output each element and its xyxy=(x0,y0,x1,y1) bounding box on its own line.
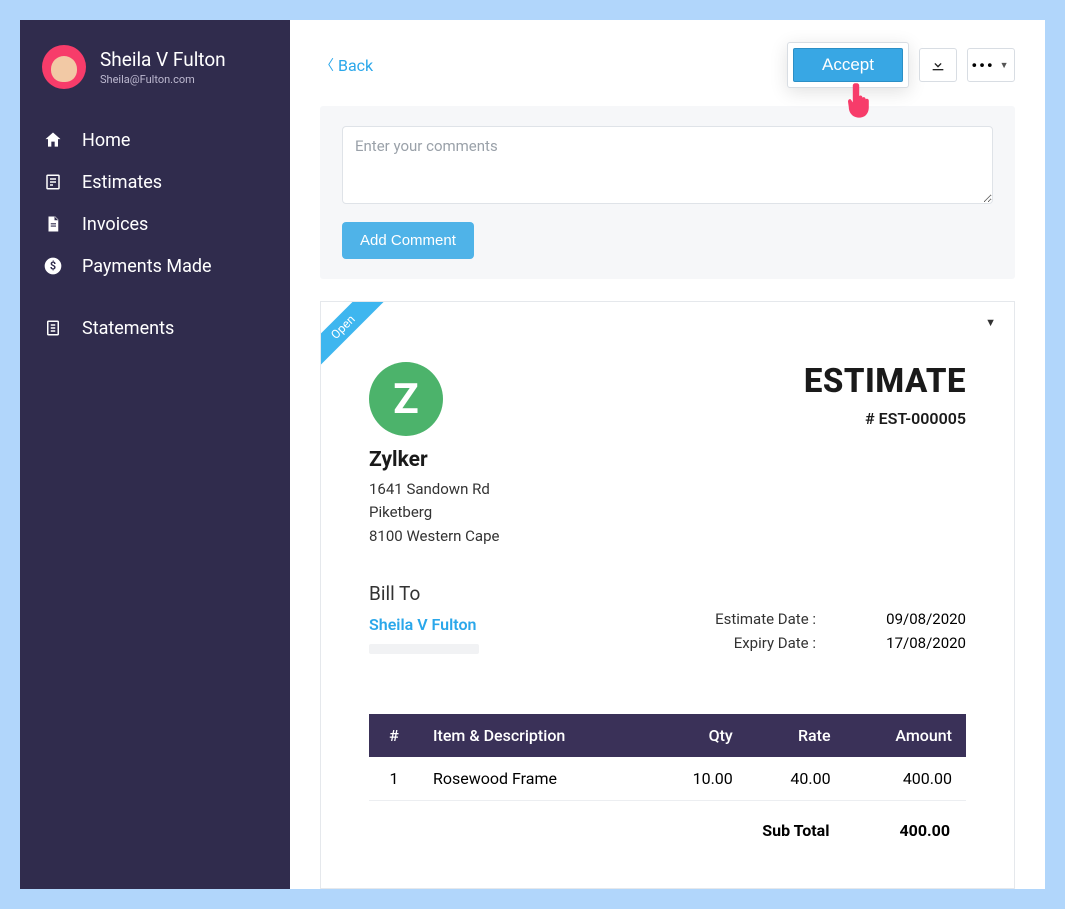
accept-wrap: Accept xyxy=(787,42,909,88)
profile-email: Sheila@Fulton.com xyxy=(100,73,226,86)
org-address: 1641 Sandown Rd Piketberg 8100 Western C… xyxy=(369,478,499,548)
sidebar-item-label: Estimates xyxy=(82,172,162,193)
statements-icon xyxy=(42,317,64,339)
estimate-date-value: 09/08/2020 xyxy=(876,610,966,628)
svg-text:$: $ xyxy=(50,259,56,272)
bill-to-label: Bill To xyxy=(369,582,966,605)
document-menu-toggle[interactable]: ▼ xyxy=(985,316,996,329)
sidebar-item-label: Home xyxy=(82,130,130,151)
download-icon xyxy=(930,57,946,73)
org-block: Z Zylker 1641 Sandown Rd Piketberg 8100 … xyxy=(369,362,499,548)
sidebar: Sheila V Fulton Sheila@Fulton.com Home E… xyxy=(20,20,290,889)
document-number: # EST-000005 xyxy=(804,409,966,428)
sidebar-item-statements[interactable]: Statements xyxy=(20,307,290,349)
document-title: ESTIMATE xyxy=(804,362,966,401)
org-name: Zylker xyxy=(369,448,499,472)
sidebar-item-invoices[interactable]: Invoices xyxy=(20,203,290,245)
comment-panel: Add Comment xyxy=(320,106,1015,279)
document-header: Z Zylker 1641 Sandown Rd Piketberg 8100 … xyxy=(369,362,966,548)
download-button[interactable] xyxy=(919,48,957,82)
subtotal-row: Sub Total 400.00 xyxy=(369,801,966,840)
items-table: # Item & Description Qty Rate Amount 1 R… xyxy=(369,714,966,801)
sidebar-nav: Home Estimates Invoices $ Payments Made xyxy=(20,119,290,349)
sidebar-item-payments[interactable]: $ Payments Made xyxy=(20,245,290,287)
sidebar-item-label: Statements xyxy=(82,318,174,339)
estimate-date-label: Estimate Date : xyxy=(715,610,816,628)
col-amount: Amount xyxy=(845,714,966,757)
col-description: Item & Description xyxy=(419,714,649,757)
comment-input[interactable] xyxy=(342,126,993,204)
add-comment-button[interactable]: Add Comment xyxy=(342,222,474,259)
profile-name: Sheila V Fulton xyxy=(100,48,226,71)
back-label: Back xyxy=(338,56,373,75)
subtotal-value: 400.00 xyxy=(899,821,950,840)
doc-title-block: ESTIMATE # EST-000005 xyxy=(804,362,966,428)
sidebar-item-estimates[interactable]: Estimates xyxy=(20,161,290,203)
expiry-date-value: 17/08/2020 xyxy=(876,634,966,652)
chevron-left-icon: 〈 xyxy=(320,55,334,75)
estimate-document: Open ▼ Z Zylker 1641 Sandown Rd Piketber… xyxy=(320,301,1015,889)
app-frame: Sheila V Fulton Sheila@Fulton.com Home E… xyxy=(20,20,1045,889)
sidebar-item-label: Payments Made xyxy=(82,256,212,277)
sidebar-item-home[interactable]: Home xyxy=(20,119,290,161)
chevron-down-icon: ▼ xyxy=(1000,60,1011,71)
accept-button[interactable]: Accept xyxy=(793,48,903,82)
payments-icon: $ xyxy=(42,255,64,277)
date-block: Estimate Date : 09/08/2020 Expiry Date :… xyxy=(715,610,966,658)
main-content: 〈 Back Accept •••▼ Add C xyxy=(290,20,1045,889)
dots-icon: ••• xyxy=(971,56,994,75)
col-rate: Rate xyxy=(747,714,845,757)
top-actions: Accept ••• ▼ xyxy=(787,42,1015,88)
expiry-date-label: Expiry Date : xyxy=(734,634,816,652)
org-logo: Z xyxy=(369,362,443,436)
col-qty: Qty xyxy=(649,714,747,757)
placeholder-bar xyxy=(369,644,479,654)
estimate-icon xyxy=(42,171,64,193)
profile-block: Sheila V Fulton Sheila@Fulton.com xyxy=(20,45,290,109)
table-row: 1 Rosewood Frame 10.00 40.00 400.00 xyxy=(369,757,966,801)
subtotal-label: Sub Total xyxy=(762,821,829,840)
home-icon xyxy=(42,129,64,151)
avatar xyxy=(42,45,86,89)
back-link[interactable]: 〈 Back xyxy=(320,55,373,75)
topbar: 〈 Back Accept ••• ▼ xyxy=(320,42,1015,88)
invoice-icon xyxy=(42,213,64,235)
sidebar-item-label: Invoices xyxy=(82,214,148,235)
col-index: # xyxy=(369,714,419,757)
more-button[interactable]: ••• ▼ xyxy=(967,48,1015,82)
